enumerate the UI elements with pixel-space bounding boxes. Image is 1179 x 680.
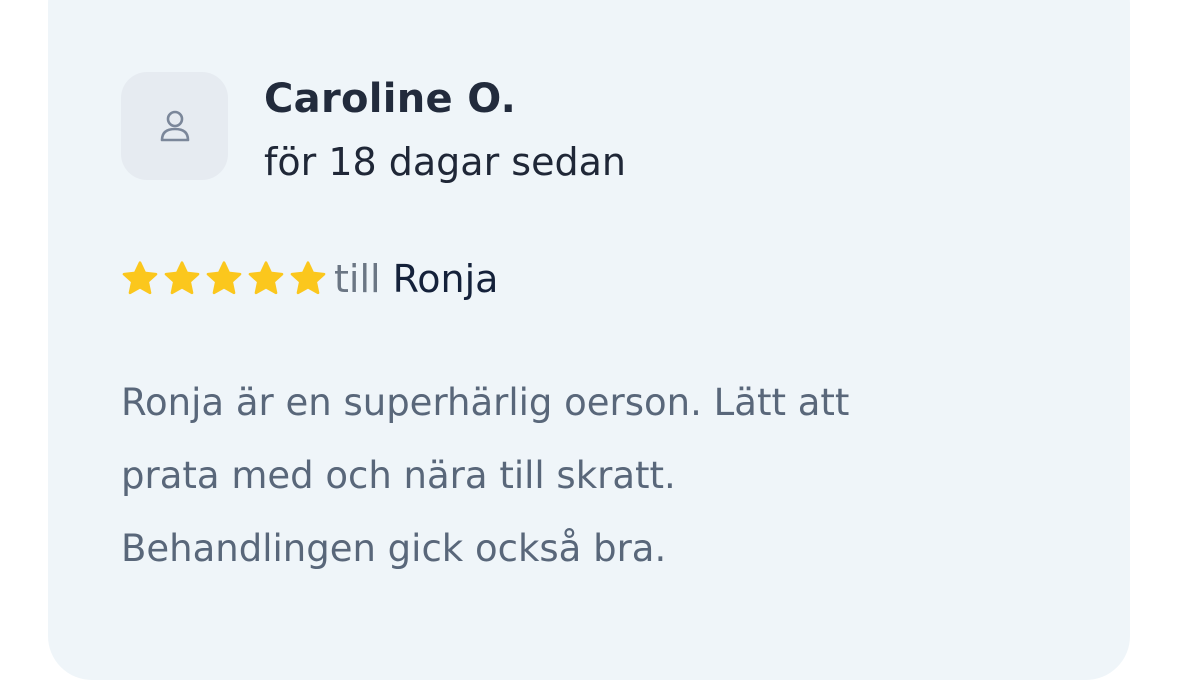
review-text-line: Behandlingen gick också bra. [121, 527, 667, 570]
star-rating [120, 259, 328, 299]
star-icon [164, 261, 200, 295]
review-text: Ronja är en superhärlig oerson. Lätt att… [121, 366, 1041, 585]
avatar [121, 72, 228, 180]
star-icon [290, 261, 326, 295]
till-label: till [334, 257, 381, 301]
user-icon [160, 110, 189, 142]
rating-row: till Ronja [120, 252, 498, 306]
review-text-line: prata med och nära till skratt. [121, 454, 676, 497]
therapist-name: Ronja [392, 257, 499, 301]
star-icon [206, 261, 242, 295]
star-icon [122, 261, 158, 295]
star-icon [248, 261, 284, 295]
review-text-line: Ronja är en superhärlig oerson. Lätt att [121, 381, 850, 424]
author-name: Caroline O. [264, 76, 517, 122]
review-time: för 18 dagar sedan [264, 140, 626, 184]
